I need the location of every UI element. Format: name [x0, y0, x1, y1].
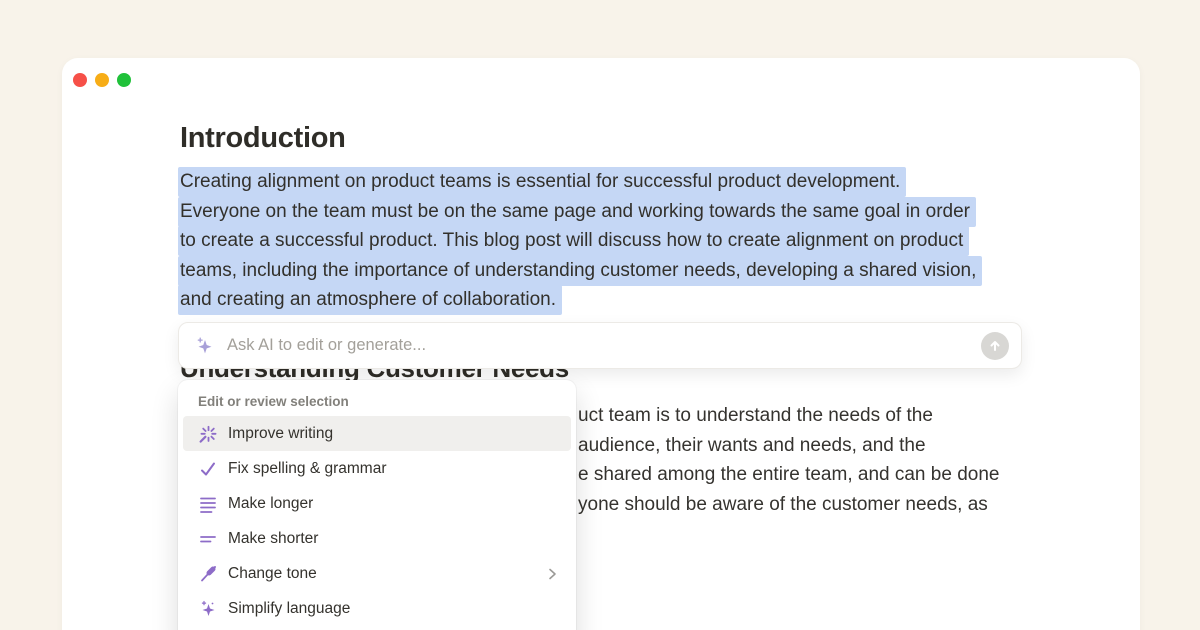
menu-item-label: Change tone	[228, 565, 544, 583]
send-button[interactable]	[981, 332, 1009, 360]
page-title[interactable]: Introduction	[180, 122, 346, 155]
menu-item-change-tone[interactable]: Change tone	[183, 556, 571, 591]
menu-item-simplify-language[interactable]: Simplify language	[183, 591, 571, 626]
selected-text-line[interactable]: Everyone on the team must be on the same…	[178, 197, 982, 227]
background-text-line[interactable]: e shared among the entire team, and can …	[578, 460, 999, 490]
window-controls	[73, 73, 131, 87]
selected-text-line[interactable]: Creating alignment on product teams is e…	[178, 167, 982, 197]
improve-writing-icon	[198, 424, 218, 444]
short-lines-icon	[198, 529, 218, 549]
selected-text-line[interactable]: to create a successful product. This blo…	[178, 226, 982, 256]
menu-item-label: Fix spelling & grammar	[228, 460, 560, 478]
ai-prompt-bar	[178, 322, 1022, 369]
zoom-button[interactable]	[117, 73, 131, 87]
minimize-button[interactable]	[95, 73, 109, 87]
menu-item-label: Make longer	[228, 495, 560, 513]
menu-item-fix-spelling-grammar[interactable]: Fix spelling & grammar	[183, 451, 571, 486]
background-paragraph[interactable]: uct team is to understand the needs of t…	[578, 401, 999, 519]
ai-actions-menu: Edit or review selection Improve writing	[178, 380, 576, 630]
selected-text-line[interactable]: and creating an atmosphere of collaborat…	[178, 285, 982, 315]
menu-item-make-shorter[interactable]: Make shorter	[183, 521, 571, 556]
background-text-line[interactable]: uct team is to understand the needs of t…	[578, 401, 999, 431]
document-window: Introduction Creating alignment on produ…	[62, 58, 1140, 630]
ai-sparkle-icon	[195, 336, 215, 356]
check-icon	[198, 459, 218, 479]
menu-section-label: Edit or review selection	[178, 392, 576, 416]
selected-paragraph[interactable]: Creating alignment on product teams is e…	[178, 167, 982, 315]
arrow-up-icon	[988, 339, 1002, 353]
background-text-line[interactable]: audience, their wants and needs, and the	[578, 431, 999, 461]
menu-item-make-longer[interactable]: Make longer	[183, 486, 571, 521]
close-button[interactable]	[73, 73, 87, 87]
menu-item-label: Simplify language	[228, 600, 560, 618]
selected-text-line[interactable]: teams, including the importance of under…	[178, 256, 982, 286]
menu-item-improve-writing[interactable]: Improve writing	[183, 416, 571, 451]
microphone-icon	[198, 564, 218, 584]
background-text-line[interactable]: yone should be aware of the customer nee…	[578, 490, 999, 520]
menu-item-label: Make shorter	[228, 530, 560, 548]
chevron-right-icon	[544, 566, 560, 582]
sparkles-icon	[198, 599, 218, 619]
menu-item-label: Improve writing	[228, 425, 560, 443]
lines-icon	[198, 494, 218, 514]
ai-prompt-input[interactable]	[227, 336, 981, 355]
